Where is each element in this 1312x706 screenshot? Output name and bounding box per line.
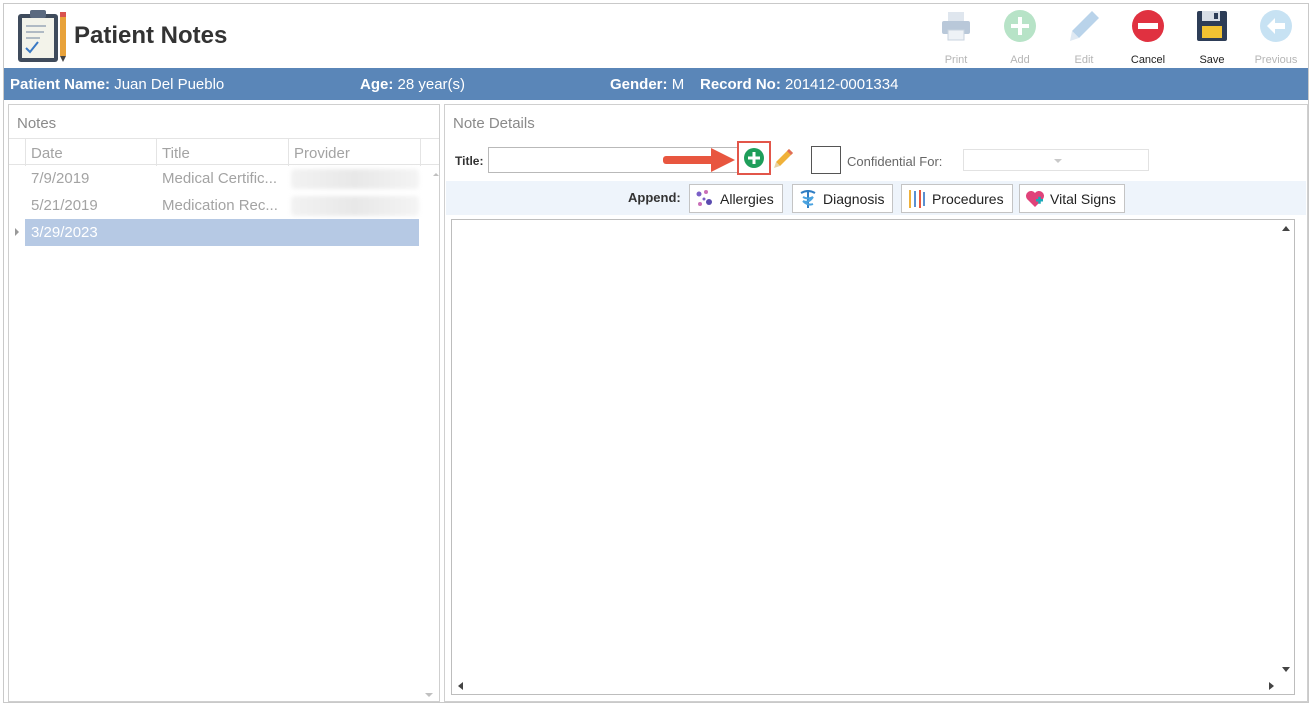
patient-gender-label: Gender: xyxy=(610,76,668,93)
note-body-editor[interactable] xyxy=(451,219,1295,695)
table-row[interactable]: 5/21/2019 Medication Rec... xyxy=(9,192,439,219)
row-provider-redacted xyxy=(291,169,419,189)
column-header-title[interactable]: Title xyxy=(162,145,190,162)
append-vital-signs-button[interactable]: Vital Signs xyxy=(1019,184,1125,213)
print-label: Print xyxy=(944,54,968,66)
notes-panel-title: Notes xyxy=(17,115,57,132)
scroll-left-icon[interactable] xyxy=(458,682,463,690)
patient-gender-value: M xyxy=(671,76,685,93)
row-title: Medical Certific... xyxy=(162,170,278,187)
confidential-checkbox[interactable] xyxy=(811,146,841,174)
add-button[interactable]: Add xyxy=(988,6,1052,66)
row-date: 7/9/2019 xyxy=(31,170,90,187)
append-toolbar: Append: Allergies Diagnosis Procedures V… xyxy=(446,181,1306,215)
note-details-title: Note Details xyxy=(453,115,535,132)
patient-age-label: Age: xyxy=(360,76,394,93)
table-row[interactable]: 7/9/2019 Medical Certific... xyxy=(9,165,439,192)
title-label: Title: xyxy=(455,154,484,168)
append-allergies-button[interactable]: Allergies xyxy=(689,184,783,213)
append-diagnosis-button[interactable]: Diagnosis xyxy=(792,184,894,213)
edit-label: Edit xyxy=(1074,54,1094,66)
print-button[interactable]: Print xyxy=(924,6,988,66)
append-label: Append: xyxy=(628,190,681,205)
save-label: Save xyxy=(1199,54,1225,66)
row-date: 3/29/2023 xyxy=(31,224,98,241)
previous-label: Previous xyxy=(1254,54,1298,66)
patient-name-label: Patient Name: xyxy=(10,76,111,93)
pills-icon xyxy=(696,189,712,206)
notes-grid-header: Date Title Provider xyxy=(9,138,439,166)
toolbar: Print Add Edit Cancel Save Previous xyxy=(924,6,1308,66)
cancel-label: Cancel xyxy=(1130,54,1166,66)
patient-record-field: Record No: 201412-0001334 xyxy=(700,76,898,93)
append-vital-signs-label: Vital Signs xyxy=(1050,190,1116,207)
callout-arrow-icon xyxy=(663,148,735,172)
vertical-scrollbar[interactable] xyxy=(1278,220,1294,678)
scroll-down-icon[interactable] xyxy=(425,693,433,697)
confidential-dropdown[interactable] xyxy=(963,149,1149,171)
patient-age-value: 28 year(s) xyxy=(397,76,466,93)
row-title: Medication Rec... xyxy=(162,197,278,214)
notes-panel: Notes Date Title Provider 7/9/2019 Medic… xyxy=(8,104,440,702)
surgical-tools-icon xyxy=(909,189,925,208)
save-button[interactable]: Save xyxy=(1180,6,1244,66)
app-window: Patient Notes Print Add Edit Cancel Save… xyxy=(3,3,1309,703)
patient-info-bar: Patient Name: Juan Del Pueblo Age: 28 ye… xyxy=(4,68,1308,100)
append-allergies-label: Allergies xyxy=(720,190,774,207)
arrow-left-circle-icon xyxy=(1260,10,1292,42)
horizontal-scrollbar[interactable] xyxy=(452,678,1280,694)
printer-icon xyxy=(942,12,970,41)
column-header-provider[interactable]: Provider xyxy=(294,145,350,162)
table-row-selected[interactable]: 3/29/2023 xyxy=(9,219,439,246)
pencil-icon xyxy=(1070,11,1099,41)
clipboard-notes-icon xyxy=(18,10,66,62)
row-indicator-icon xyxy=(15,228,19,236)
row-date: 5/21/2019 xyxy=(31,197,98,214)
cancel-button[interactable]: Cancel xyxy=(1116,6,1180,66)
app-header: Patient Notes Print Add Edit Cancel Save… xyxy=(4,4,1308,68)
scroll-down-icon[interactable] xyxy=(1282,667,1290,672)
scroll-right-icon[interactable] xyxy=(1269,682,1274,690)
row-provider-redacted xyxy=(291,196,419,216)
confidential-label: Confidential For: xyxy=(847,154,943,169)
plus-circle-icon xyxy=(744,148,764,168)
add-label: Add xyxy=(1010,54,1030,66)
edit-title-pencil-icon[interactable] xyxy=(771,147,795,171)
note-details-panel: Note Details Title: Confidential For: Ap… xyxy=(444,104,1308,702)
patient-record-value: 201412-0001334 xyxy=(785,76,899,93)
patient-age-field: Age: 28 year(s) xyxy=(360,76,465,93)
scroll-up-icon[interactable] xyxy=(433,173,439,176)
append-procedures-button[interactable]: Procedures xyxy=(901,184,1013,213)
patient-record-label: Record No: xyxy=(700,76,781,93)
scroll-up-icon[interactable] xyxy=(1282,226,1290,231)
chevron-down-icon xyxy=(1054,159,1062,163)
patient-name-value: Juan Del Pueblo xyxy=(114,76,225,93)
edit-button[interactable]: Edit xyxy=(1052,6,1116,66)
previous-button[interactable]: Previous xyxy=(1244,6,1308,66)
minus-circle-icon xyxy=(1132,10,1164,42)
add-title-button[interactable] xyxy=(737,141,771,175)
append-procedures-label: Procedures xyxy=(932,190,1004,207)
heart-pulse-icon xyxy=(1026,190,1044,207)
caduceus-icon xyxy=(800,189,816,208)
append-diagnosis-label: Diagnosis xyxy=(823,190,885,207)
patient-gender-field: Gender: M xyxy=(610,76,684,93)
floppy-disk-icon xyxy=(1197,11,1227,41)
page-title: Patient Notes xyxy=(74,22,228,49)
notes-grid: Date Title Provider 7/9/2019 Medical Cer… xyxy=(9,138,439,246)
column-header-date[interactable]: Date xyxy=(31,145,63,162)
plus-circle-icon xyxy=(1004,10,1036,42)
patient-name-field: Patient Name: Juan Del Pueblo xyxy=(10,76,224,93)
